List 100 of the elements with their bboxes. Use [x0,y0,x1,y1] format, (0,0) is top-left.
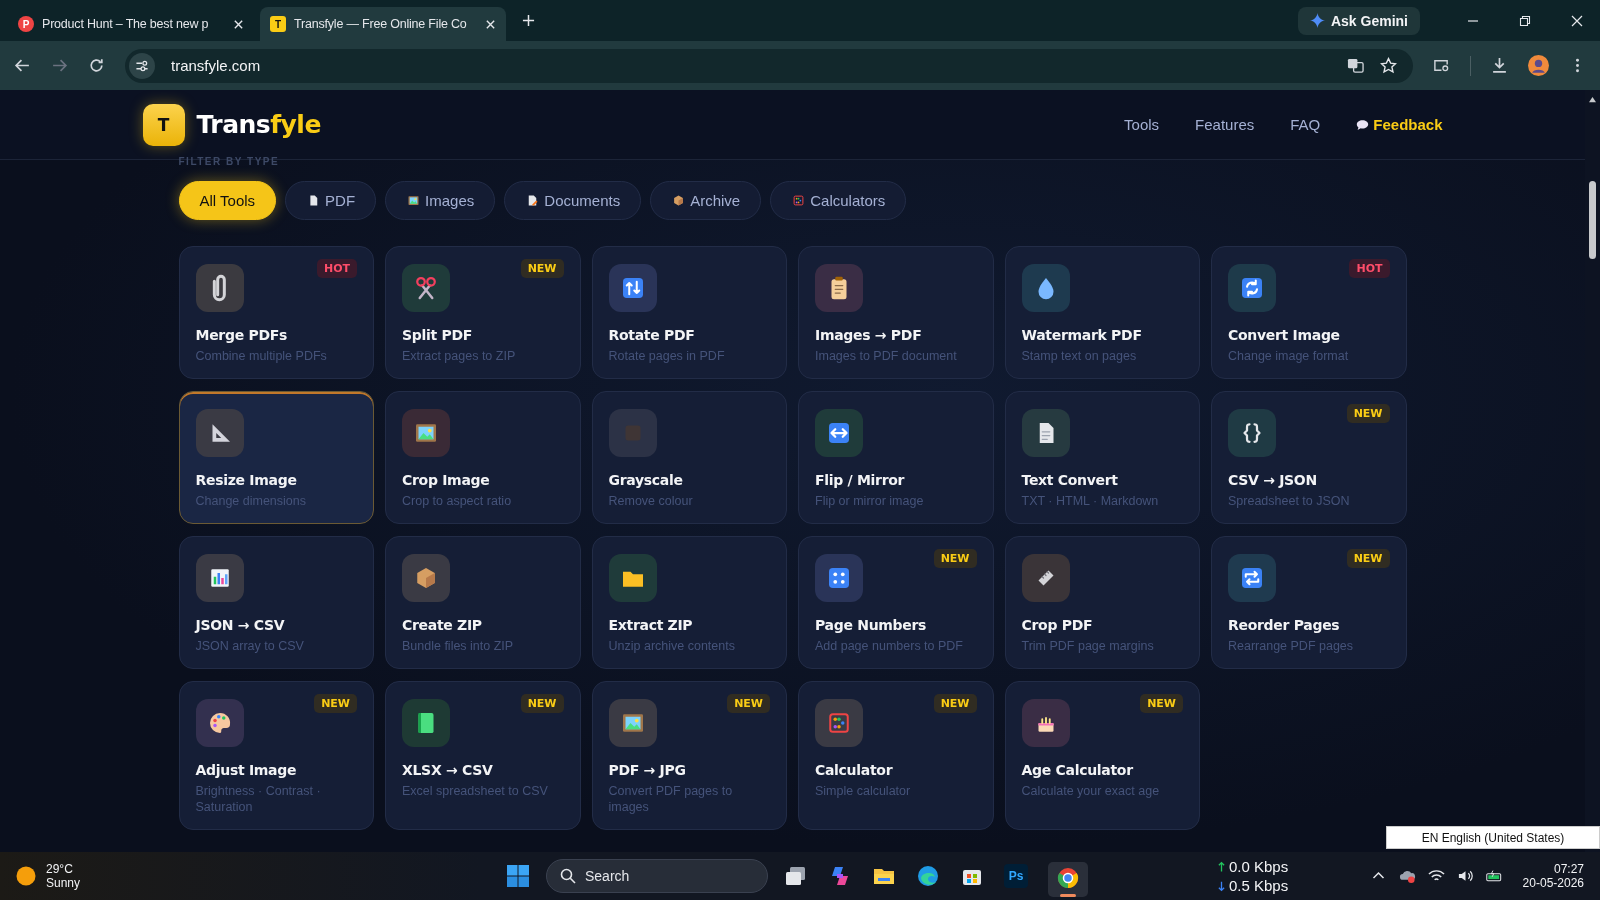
speaker-icon[interactable] [1456,868,1474,884]
clock-date[interactable]: 20-05-2026 [1522,876,1584,890]
tool-card[interactable]: NEW CSV → JSON Spreadsheet to JSON [1211,391,1407,524]
tool-title: Crop PDF [1021,617,1094,633]
reload-icon[interactable] [88,57,105,74]
close-icon[interactable] [485,18,496,30]
tool-card[interactable]: NEW PDF → JPG Convert PDF pages to images [591,681,787,830]
tool-description: Rearrange PDF pages [1228,638,1355,654]
browser-tab[interactable]: T Transfyle — Free Online File Co [260,7,506,41]
running-indicator [1060,893,1076,897]
close-icon[interactable] [1571,14,1583,27]
browser-tab[interactable]: P Product Hunt – The best new p [8,7,254,41]
clock-time[interactable]: 07:27 [1553,862,1584,876]
tool-title: Resize Image [195,472,298,488]
restore-icon[interactable] [1519,14,1531,27]
brand-wordmark[interactable]: Transfyle [196,110,321,139]
tool-description: Add page numbers to PDF [815,638,964,654]
nav-link[interactable]: FAQ [1290,116,1321,133]
temperature: 29°C [46,862,74,876]
tool-title: Merge PDFs [195,327,288,343]
status-badge: NEW [520,694,564,713]
tool-title: Text Convert [1021,472,1119,488]
tool-card[interactable]: Extract ZIP Unzip archive contents [591,536,787,669]
forward-icon[interactable] [51,57,68,74]
tool-card[interactable]: Create ZIP Bundle files into ZIP [385,536,581,669]
tool-description: JSON array to CSV [195,638,305,654]
tool-title: PDF → JPG [608,762,687,778]
filter-chip[interactable]: PDF [285,181,377,220]
tool-card[interactable]: HOT Merge PDFs Combine multiple PDFs [178,246,374,379]
edge-browser-icon[interactable] [916,864,940,888]
tool-description: Convert PDF pages to images [608,783,734,815]
status-badge: NEW [933,694,977,713]
profile-avatar[interactable] [1528,55,1549,76]
scroll-thumb[interactable] [1589,181,1596,259]
tool-title: Flip / Mirror [815,472,906,488]
taskbar-search-field[interactable]: Search [546,859,768,893]
tool-description: TXT · HTML · Markdown [1021,493,1160,509]
site-settings-icon[interactable] [129,52,155,79]
tool-card[interactable]: NEW Split PDF Extract pages to ZIP [385,246,581,379]
translate-icon[interactable] [1347,57,1364,74]
weather-condition: Sunny [46,876,81,890]
tool-description: Stamp text on pages [1021,348,1138,364]
download-icon[interactable] [1491,57,1508,74]
tool-card[interactable]: Rotate PDF Rotate pages in PDF [591,246,787,379]
tool-card[interactable]: NEW XLSX → CSV Excel spreadsheet to CSV [385,681,581,830]
nav-link[interactable]: Feedback [1356,116,1443,133]
tool-card[interactable]: NEW Adjust Image Brightness · Contrast · Saturation [178,681,374,830]
favicon: P [18,16,34,32]
windows-start-icon[interactable] [506,864,530,888]
tool-description: Remove colour [608,493,694,509]
status-badge: NEW [1140,694,1183,713]
screen-search-icon[interactable] [1433,57,1450,74]
filter-chip[interactable]: Calculators [770,181,907,220]
ask-gemini-button[interactable]: Ask Gemini [1297,6,1420,35]
nav-link[interactable]: Tools [1124,116,1160,133]
tool-card[interactable]: Images → PDF Images to PDF document [798,246,994,379]
close-icon[interactable] [233,18,244,30]
tool-title: CSV → JSON [1228,472,1318,488]
tool-card[interactable]: Grayscale Remove colour [591,391,787,524]
tool-title: Calculator [815,762,894,778]
tool-title: Reorder Pages [1228,617,1341,633]
tool-card[interactable]: Crop Image Crop to aspect ratio [385,391,581,524]
new-tab-icon[interactable] [522,14,535,27]
filter-chip[interactable]: Documents [504,181,642,220]
download-speed: 0.5 Kbps [1229,877,1289,894]
tool-card[interactable]: NEW Page Numbers Add page numbers to PDF [798,536,994,669]
status-badge: NEW [314,694,357,713]
filter-chip[interactable]: Archive [650,181,762,220]
tool-title: Adjust Image [195,762,298,778]
nav-link[interactable]: Features [1195,116,1255,133]
sun-icon [16,866,36,886]
photoshop-app-icon[interactable]: Ps [1004,864,1028,888]
tool-card[interactable]: Text Convert TXT · HTML · Markdown [1004,391,1200,524]
tool-card[interactable]: Flip / Mirror Flip or mirror image [798,391,994,524]
address-bar[interactable]: transfyle.com [125,48,1413,83]
cloud-error-icon[interactable] [1398,868,1416,884]
tool-description: Images to PDF document [815,348,958,364]
tool-card[interactable]: NEW Age Calculator Calculate your exact age [1004,681,1200,830]
tool-card[interactable]: NEW Reorder Pages Rearrange PDF pages [1211,536,1407,669]
tool-title: Watermark PDF [1021,327,1143,343]
logo-badge[interactable]: T [142,103,185,146]
tool-card[interactable]: HOT Convert Image Change image format [1211,246,1407,379]
battery-charging-icon[interactable] [1485,868,1503,884]
status-badge: NEW [727,694,770,713]
filter-chip[interactable]: All Tools [178,181,277,220]
task-view-icon[interactable] [784,864,808,888]
star-icon[interactable] [1380,57,1397,74]
status-badge: HOT [316,259,357,278]
tool-card[interactable]: Watermark PDF Stamp text on pages [1004,246,1200,379]
filter-heading: FILTER BY TYPE [178,157,281,167]
tool-description: Extract pages to ZIP [402,348,517,364]
chrome-browser-icon[interactable] [1056,865,1080,890]
tool-card[interactable]: JSON → CSV JSON array to CSV [178,536,374,669]
scroll-up-icon[interactable] [1588,96,1597,103]
download-arrow-icon [1218,879,1225,892]
tool-card[interactable]: NEW Calculator Simple calculator [798,681,994,830]
back-icon[interactable] [14,57,31,74]
framed-picture-icon [406,193,422,208]
tool-card[interactable]: Crop PDF Trim PDF page margins [1004,536,1200,669]
filter-chip[interactable]: Images [385,181,496,220]
